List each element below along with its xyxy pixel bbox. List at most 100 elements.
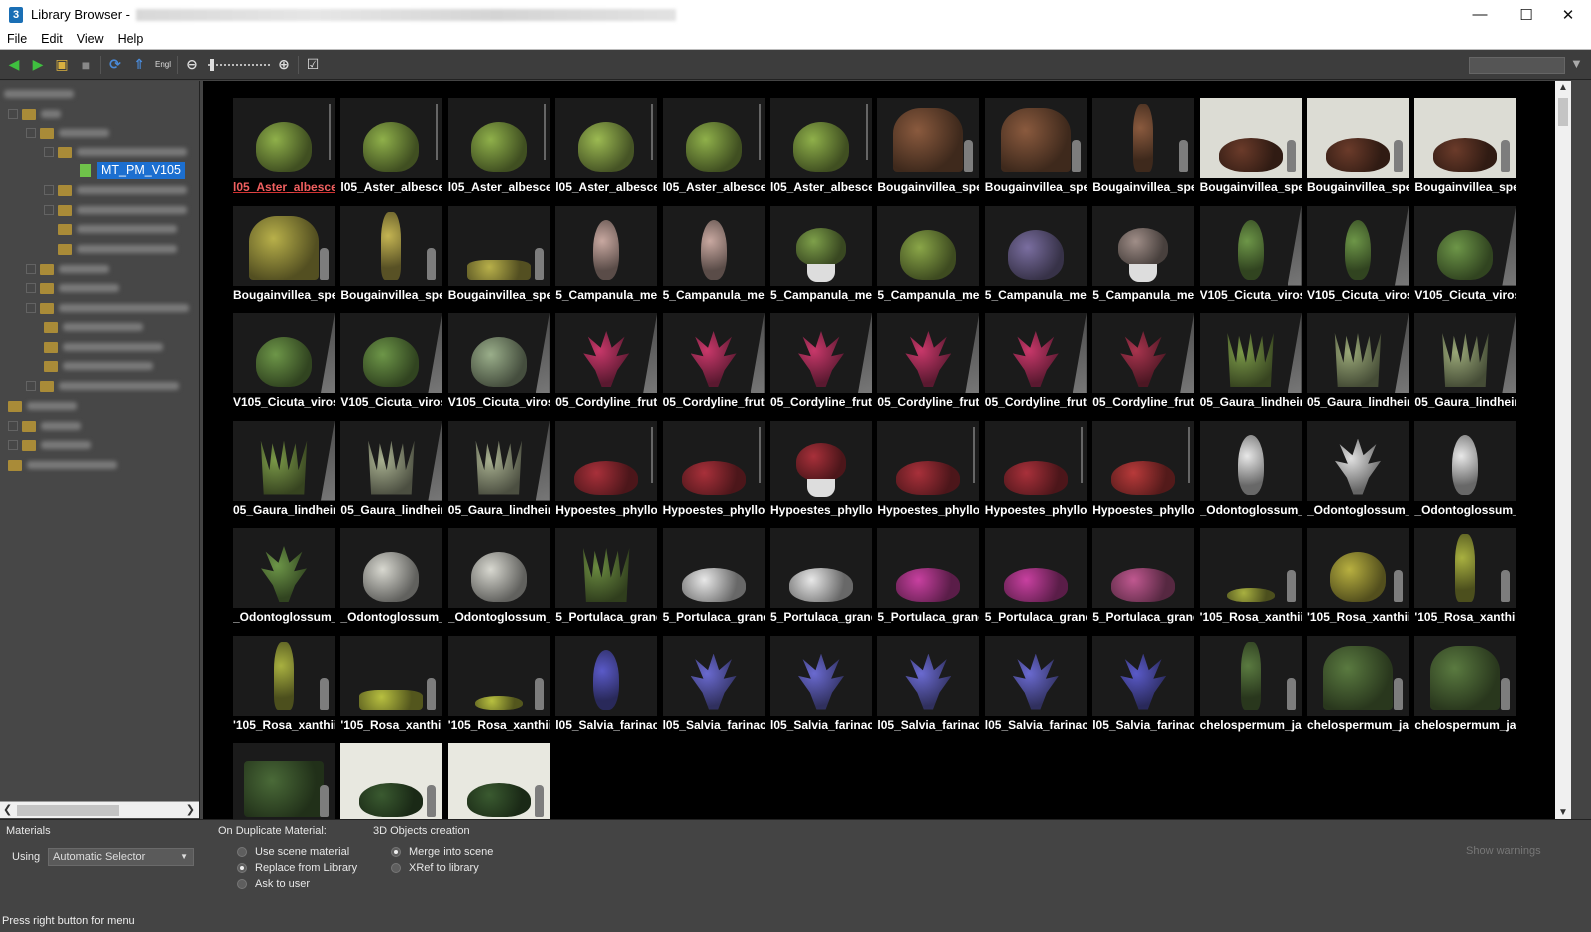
thumbnail-item[interactable]: 5_Portulaca_grand (984, 528, 1087, 628)
thumbnail-item[interactable]: '105_Rosa_xanthii (1199, 528, 1302, 628)
thumbnail-item[interactable]: l05_Salvia_farinac (770, 635, 872, 736)
tree-node[interactable] (44, 318, 143, 336)
thumbnail-item[interactable]: 5_Portulaca_grand (1092, 528, 1195, 628)
radio-dot[interactable] (391, 863, 401, 873)
thumbnail-item[interactable]: '105_Rosa_xanthii (233, 635, 335, 736)
thumbnail-item[interactable]: Bougainvillea_spe (1414, 98, 1517, 198)
show-warnings-checkbox[interactable]: Show warnings (1466, 845, 1541, 857)
thumbnail-item[interactable]: _Odontoglossum_c (340, 528, 443, 628)
tree-node[interactable] (44, 338, 163, 356)
thumbnail-item[interactable]: 5_Portulaca_grand (770, 528, 872, 628)
sort-up-icon[interactable]: ⇑ (129, 55, 149, 75)
thumbnail-item[interactable]: '105_Rosa_xanthii (1307, 528, 1409, 628)
thumbnail-item[interactable]: _Odontoglossum_c (447, 528, 550, 628)
tree-node[interactable] (44, 357, 153, 375)
thumbnail-item[interactable]: 05_Cordyline_fruti (770, 313, 872, 413)
thumbnail-item[interactable]: _Odontoglossum_c (233, 528, 335, 628)
thumbnail-item[interactable]: V105_Cicuta_viros (1307, 205, 1409, 306)
thumbnail-item[interactable]: _Odontoglossum_c (1199, 420, 1302, 521)
radio-dot[interactable] (237, 847, 247, 857)
thumbnail-item[interactable]: 05_Gaura_lindhein (1307, 313, 1409, 413)
tree-node[interactable] (44, 201, 187, 219)
close-button[interactable]: ✕ (1545, 0, 1591, 29)
thumbnail-item[interactable]: l05_Salvia_farinac (984, 635, 1087, 736)
thumbnail-item[interactable]: 5_Portulaca_grand (555, 528, 658, 628)
thumbnail-item[interactable]: l05_Salvia_farinac (877, 635, 980, 736)
tree-node[interactable] (44, 181, 187, 199)
thumbnail-item[interactable]: '105_Rosa_xanthii (340, 635, 443, 736)
thumbnail-item[interactable]: l05_Salvia_farinac (1092, 635, 1195, 736)
radio-ask-to-user[interactable]: Ask to user (237, 878, 310, 890)
thumbnail-item[interactable]: l05_Aster_albesce (555, 98, 658, 198)
menu-view[interactable]: View (70, 32, 111, 46)
thumbnail-item[interactable]: 5_Campanula_me (1092, 205, 1195, 306)
thumbnail-item[interactable]: 05_Cordyline_fruti (984, 313, 1087, 413)
thumbnail-item[interactable]: V105_Cicuta_viros (233, 313, 335, 413)
thumbnail-item[interactable]: Bougainvillea_spe (340, 205, 443, 306)
zoom-in-icon[interactable]: ⊕ (274, 55, 294, 75)
thumbnail-item[interactable]: l05_Aster_albesce (770, 98, 872, 198)
thumbnail-item[interactable]: 5_Campanula_me (877, 205, 980, 306)
thumbnail-item[interactable]: 05_Gaura_lindhein (447, 420, 550, 521)
scroll-right-icon[interactable]: ❯ (186, 803, 195, 816)
scrollbar-thumb[interactable] (17, 805, 119, 816)
open-folder-icon[interactable]: ▣ (52, 55, 72, 75)
radio-use-scene-material[interactable]: Use scene material (237, 846, 349, 858)
back-arrow-icon[interactable]: ◀ (4, 55, 24, 75)
radio-replace-from-library[interactable]: Replace from Library (237, 862, 357, 874)
tree-node[interactable] (8, 397, 77, 415)
thumbnail-item[interactable]: 05_Gaura_lindhein (340, 420, 443, 521)
save-icon[interactable]: ■ (76, 55, 96, 75)
radio-dot[interactable] (237, 863, 247, 873)
thumbnail-item[interactable]: 05_Cordyline_fruti (1092, 313, 1195, 413)
minimize-button[interactable]: — (1457, 0, 1503, 29)
thumbnail-item[interactable]: Bougainvillea_spe (1307, 98, 1409, 198)
thumbnail-item[interactable] (447, 743, 550, 819)
tree-node[interactable] (8, 105, 61, 123)
scroll-up-icon[interactable]: ▲ (1558, 82, 1568, 93)
tree-node[interactable] (4, 85, 74, 103)
tree-node[interactable] (58, 220, 177, 238)
thumbnail-item[interactable]: Bougainvillea_spe (233, 205, 335, 306)
thumbnail-item[interactable]: 5_Campanula_me (770, 205, 872, 306)
maximize-button[interactable]: ☐ (1503, 0, 1549, 29)
scroll-left-icon[interactable]: ❮ (3, 803, 12, 816)
forward-arrow-icon[interactable]: ▶ (28, 55, 48, 75)
thumbnail-item[interactable]: l05_Aster_albesce (662, 98, 765, 198)
thumbnail-item[interactable]: 05_Cordyline_fruti (662, 313, 765, 413)
tree-node[interactable] (58, 240, 177, 258)
thumbnail-item[interactable]: 05_Cordyline_fruti (555, 313, 658, 413)
tree-node[interactable] (26, 124, 109, 142)
thumbnail-item[interactable]: 05_Gaura_lindhein (1414, 313, 1517, 413)
thumbnail-item[interactable]: V105_Cicuta_viros (1414, 205, 1517, 306)
tree-node[interactable] (8, 436, 91, 454)
thumbnail-vertical-scrollbar[interactable]: ▲ ▼ (1555, 81, 1571, 819)
thumbnail-item[interactable]: Bougainvillea_spe (1199, 98, 1302, 198)
thumbnail-item[interactable]: 05_Cordyline_fruti (877, 313, 980, 413)
thumbnail-item[interactable]: 05_Gaura_lindhein (233, 420, 335, 521)
thumbnail-item[interactable]: V105_Cicuta_viros (1199, 205, 1302, 306)
thumbnail-item[interactable]: V105_Cicuta_viros (447, 313, 550, 413)
thumbnail-item[interactable]: Bougainvillea_spe (877, 98, 980, 198)
funnel-icon[interactable]: ▼ (1570, 56, 1583, 71)
thumbnail-item[interactable]: l05_Salvia_farinac (662, 635, 765, 736)
thumbnail-item[interactable]: Bougainvillea_spe (447, 205, 550, 306)
thumbnail-item[interactable]: 5_Campanula_me (555, 205, 658, 306)
thumbnail-item[interactable]: V105_Cicuta_viros (340, 313, 443, 413)
thumbnail-item[interactable]: 05_Gaura_lindhein (1199, 313, 1302, 413)
zoom-slider[interactable] (208, 58, 270, 72)
tree-node[interactable] (8, 417, 81, 435)
thumbnail-item[interactable]: l05_Aster_albesce (340, 98, 443, 198)
scrollbar-thumb[interactable] (1558, 98, 1568, 126)
thumbnail-item[interactable]: chelospermum_ja (1199, 635, 1302, 736)
radio-dot[interactable] (237, 879, 247, 889)
thumbnail-item[interactable]: _Odontoglossum_c (1307, 420, 1409, 521)
thumbnail-item[interactable]: l05_Aster_albesce (447, 98, 550, 198)
thumbnail-item[interactable]: '105_Rosa_xanthii (1414, 528, 1517, 628)
thumbnail-item[interactable]: 5_Campanula_me (662, 205, 765, 306)
tree-node[interactable] (26, 377, 179, 395)
tree-node[interactable] (8, 456, 117, 474)
checklist-icon[interactable]: ☑ (303, 55, 323, 75)
thumbnail-item[interactable] (340, 743, 443, 819)
thumbnail-item[interactable]: Hypoestes_phyllos (984, 420, 1087, 521)
